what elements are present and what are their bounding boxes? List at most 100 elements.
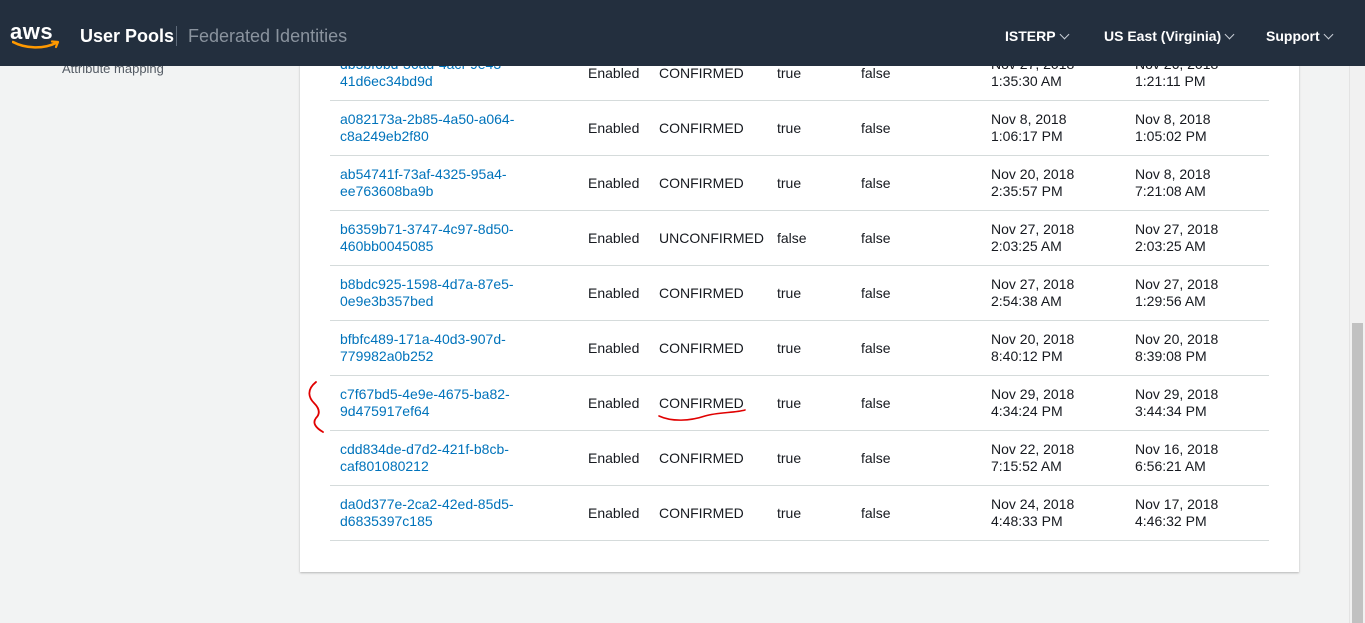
updated-cell: Nov 29, 2018 4:34:24 PM	[991, 376, 1074, 430]
username-link-text[interactable]: 779982a0b252	[340, 348, 506, 365]
phone-verified-cell-text: false	[861, 339, 891, 356]
users-table: db5bf6bd-36ad-4acf-9e43-41d6ec34bd9dEnab…	[330, 46, 1269, 541]
enabled-cell: Enabled	[588, 156, 639, 210]
updated-cell-text: Nov 24, 2018	[991, 496, 1075, 512]
federated-identities-link[interactable]: Federated Identities	[188, 25, 347, 47]
username-link-text[interactable]: c7f67bd5-4e9e-4675-ba82-	[340, 386, 510, 403]
username-link-text[interactable]: da0d377e-2ca2-42ed-85d5-	[340, 496, 514, 513]
support-menu[interactable]: Support	[1266, 27, 1334, 45]
account-status-cell-text: CONFIRMED	[659, 284, 744, 301]
enabled-cell: Enabled	[588, 211, 639, 265]
username-link-text[interactable]: a082173a-2b85-4a50-a064-	[340, 111, 514, 128]
created-cell: Nov 29, 2018 3:44:34 PM	[1135, 376, 1218, 430]
created-cell-text: Nov 20, 2018	[1135, 331, 1219, 347]
updated-cell-text: 2:03:25 AM	[991, 238, 1062, 254]
region-menu[interactable]: US East (Virginia)	[1104, 27, 1235, 45]
enabled-cell: Enabled	[588, 321, 639, 375]
username-link-text[interactable]: 41d6ec34bd9d	[340, 73, 506, 90]
username-link[interactable]: cdd834de-d7d2-421f-b8cb-caf801080212	[340, 431, 540, 485]
enabled-cell: Enabled	[588, 376, 639, 430]
username-link-text[interactable]: d6835397c185	[340, 513, 514, 530]
email-verified-cell-text: true	[777, 284, 802, 301]
email-verified-cell: false	[777, 211, 807, 265]
enabled-cell: Enabled	[588, 266, 639, 320]
created-cell-text: 2:03:25 AM	[1135, 238, 1206, 254]
updated-cell-text: Nov 22, 2018	[991, 441, 1075, 457]
updated-cell-text: 2:35:57 PM	[991, 183, 1063, 199]
username-link-text[interactable]: bfbfc489-171a-40d3-907d-	[340, 331, 506, 348]
created-cell: Nov 8, 2018 7:21:08 AM	[1135, 156, 1211, 210]
username-link-text[interactable]: b6359b71-3747-4c97-8d50-	[340, 221, 514, 238]
table-row: a082173a-2b85-4a50-a064- c8a249eb2f80 Enab…	[330, 101, 1269, 156]
username-link[interactable]: bfbfc489-171a-40d3-907d- 779982a0b252	[340, 321, 540, 375]
username-link-text[interactable]: caf801080212	[340, 458, 509, 475]
username-link[interactable]: a082173a-2b85-4a50-a064- c8a249eb2f80	[340, 101, 540, 155]
username-link[interactable]: ab54741f-73af-4325-95a4- ee763608ba9b	[340, 156, 540, 210]
username-link[interactable]: b8bdc925-1598-4d7a-87e5- 0e9e3b357bed	[340, 266, 540, 320]
account-status-cell-text: CONFIRMED	[659, 64, 744, 81]
username-link[interactable]: da0d377e-2ca2-42ed-85d5- d6835397c185	[340, 486, 540, 540]
chevron-down-icon	[1059, 29, 1070, 40]
table-row: c7f67bd5-4e9e-4675-ba82- 9d475917ef64 Enab…	[330, 376, 1269, 431]
account-status-cell-text: CONFIRMED	[659, 339, 744, 356]
phone-verified-cell: false	[861, 266, 891, 320]
updated-cell-text: 4:34:24 PM	[991, 403, 1063, 419]
phone-verified-cell: false	[861, 431, 891, 485]
phone-verified-cell: false	[861, 156, 891, 210]
created-cell-text: 1:05:02 PM	[1135, 128, 1207, 144]
page-scrollbar[interactable]	[1349, 0, 1365, 623]
email-verified-cell: true	[777, 266, 801, 320]
account-status-cell: CONFIRMED	[659, 486, 744, 540]
email-verified-cell-text: true	[777, 394, 802, 411]
enabled-cell-text: Enabled	[588, 284, 640, 301]
scrollbar-thumb[interactable]	[1352, 323, 1363, 623]
account-status-cell: CONFIRMED	[659, 266, 744, 320]
username-link-text[interactable]: ee763608ba9b	[340, 183, 507, 200]
enabled-cell: Enabled	[588, 486, 639, 540]
email-verified-cell: true	[777, 156, 801, 210]
table-row: bfbfc489-171a-40d3-907d- 779982a0b252 Enab…	[330, 321, 1269, 376]
updated-cell: Nov 27, 2018 2:03:25 AM	[991, 211, 1074, 265]
nav-divider	[176, 26, 177, 46]
aws-logo[interactable]: aws	[10, 20, 62, 60]
created-cell-text: Nov 27, 2018	[1135, 276, 1219, 292]
phone-verified-cell-text: false	[861, 504, 891, 521]
account-status-cell-text: CONFIRMED	[659, 504, 744, 521]
created-cell-text: Nov 8, 2018	[1135, 111, 1211, 127]
username-link-text[interactable]: 9d475917ef64	[340, 403, 510, 420]
created-cell: Nov 16, 2018 6:56:21 AM	[1135, 431, 1218, 485]
username-link-text[interactable]: cdd834de-d7d2-421f-b8cb-	[340, 441, 509, 458]
updated-cell-text: 8:40:12 PM	[991, 348, 1063, 364]
email-verified-cell-text: true	[777, 64, 802, 81]
username-link[interactable]: c7f67bd5-4e9e-4675-ba82- 9d475917ef64	[340, 376, 540, 430]
enabled-cell: Enabled	[588, 101, 639, 155]
enabled-cell-text: Enabled	[588, 174, 640, 191]
email-verified-cell: true	[777, 321, 801, 375]
enabled-cell-text: Enabled	[588, 449, 640, 466]
created-cell-text: Nov 8, 2018	[1135, 166, 1211, 182]
updated-cell: Nov 27, 2018 2:54:38 AM	[991, 266, 1074, 320]
created-cell-text: 4:46:32 PM	[1135, 513, 1207, 529]
username-link-text[interactable]: c8a249eb2f80	[340, 128, 514, 145]
username-link-text[interactable]: b8bdc925-1598-4d7a-87e5-	[340, 276, 514, 293]
phone-verified-cell-text: false	[861, 64, 891, 81]
created-cell-text: Nov 17, 2018	[1135, 496, 1219, 512]
created-cell-text: 7:21:08 AM	[1135, 183, 1206, 199]
phone-verified-cell: false	[861, 321, 891, 375]
created-cell: Nov 20, 2018 8:39:08 PM	[1135, 321, 1218, 375]
updated-cell: Nov 8, 2018 1:06:17 PM	[991, 101, 1067, 155]
updated-cell: Nov 22, 2018 7:15:52 AM	[991, 431, 1074, 485]
account-status-cell: CONFIRMED	[659, 376, 744, 430]
username-link-text[interactable]: 460bb0045085	[340, 238, 514, 255]
created-cell: Nov 27, 2018 1:29:56 AM	[1135, 266, 1218, 320]
username-link[interactable]: b6359b71-3747-4c97-8d50- 460bb0045085	[340, 211, 540, 265]
user-pools-title[interactable]: User Pools	[80, 25, 174, 47]
username-link-text[interactable]: ab54741f-73af-4325-95a4-	[340, 166, 507, 183]
table-row: ab54741f-73af-4325-95a4- ee763608ba9b Enab…	[330, 156, 1269, 211]
account-menu[interactable]: ISTERP	[1005, 27, 1070, 45]
table-row: b8bdc925-1598-4d7a-87e5- 0e9e3b357bed Enab…	[330, 266, 1269, 321]
enabled-cell-text: Enabled	[588, 229, 640, 246]
email-verified-cell: true	[777, 431, 801, 485]
chevron-down-icon	[1323, 29, 1334, 40]
username-link-text[interactable]: 0e9e3b357bed	[340, 293, 514, 310]
